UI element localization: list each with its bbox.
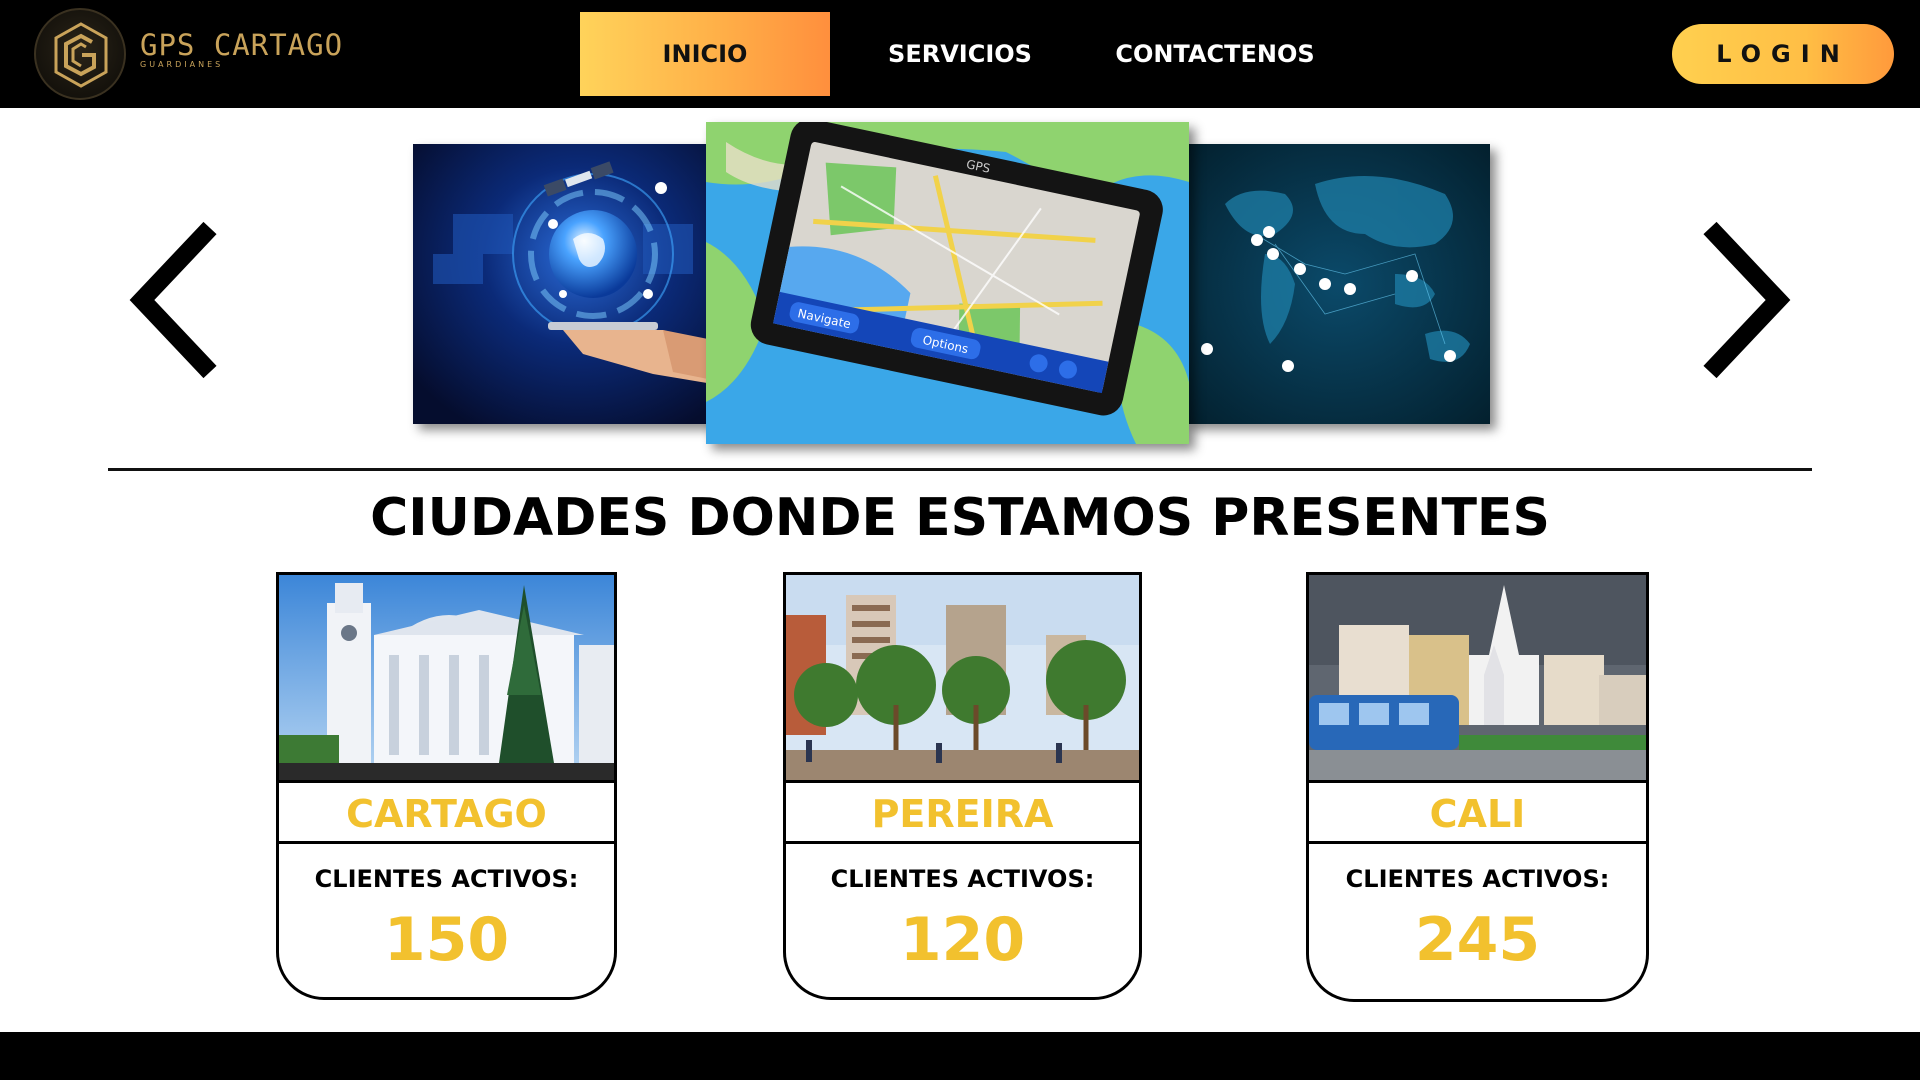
top-navigation-bar: GPS CARTAGO GUARDIANES INICIO SERVICIOS … — [0, 0, 1920, 108]
city-plaza-image — [786, 575, 1139, 780]
carousel-slide-globe[interactable] — [413, 144, 713, 424]
active-clients-count: 120 — [899, 905, 1026, 975]
city-name-pereira: PEREIRA — [786, 786, 1139, 844]
cathedral-image — [279, 575, 614, 780]
section-divider — [108, 468, 1812, 471]
city-card-cartago[interactable]: CARTAGO CLIENTES ACTIVOS: 150 — [276, 572, 617, 1000]
app-root: GPS CARTAGO GUARDIANES INICIO SERVICIOS … — [0, 0, 1920, 1080]
chevron-right-icon — [1703, 221, 1791, 379]
nav-servicios[interactable]: SERVICIOS — [870, 12, 1050, 96]
world-map-pins-image — [1185, 144, 1490, 424]
nav-contactenos[interactable]: CONTACTENOS — [1100, 12, 1330, 96]
section-title: CIUDADES DONDE ESTAMOS PRESENTES — [370, 488, 1550, 548]
carousel-slide-gps-tablet[interactable]: Navigate Options GPS — [706, 122, 1189, 444]
globe-satellite-hand-image — [413, 144, 713, 424]
city-name-cali: CALI — [1309, 786, 1646, 844]
g-monogram-icon — [54, 22, 108, 88]
footer-bar — [0, 1032, 1920, 1080]
active-clients-label: CLIENTES ACTIVOS: — [314, 865, 579, 893]
chevron-left-icon — [129, 221, 217, 379]
nav-inicio[interactable]: INICIO — [580, 12, 830, 96]
gps-tablet-map-image: Navigate Options GPS — [706, 122, 1189, 444]
brand-name: GPS CARTAGO — [140, 28, 344, 62]
city-photo-pereira — [786, 575, 1139, 783]
city-photo-cartago — [279, 575, 614, 783]
carousel-prev-button[interactable] — [118, 210, 238, 390]
carousel-next-button[interactable] — [1682, 210, 1802, 390]
brand-text: GPS CARTAGO GUARDIANES — [140, 30, 343, 70]
active-clients-count: 150 — [383, 905, 510, 975]
carousel-slide-worldmap[interactable] — [1185, 144, 1490, 424]
login-button[interactable]: LOGIN — [1672, 24, 1894, 84]
city-name-cartago: CARTAGO — [279, 786, 614, 844]
brand-logo[interactable] — [34, 8, 126, 100]
active-clients-label: CLIENTES ACTIVOS: — [830, 865, 1095, 893]
active-clients-label: CLIENTES ACTIVOS: — [1345, 865, 1610, 893]
city-card-pereira[interactable]: PEREIRA CLIENTES ACTIVOS: 120 — [783, 572, 1142, 1000]
city-photo-cali — [1309, 575, 1646, 783]
active-clients-count: 245 — [1414, 905, 1541, 975]
church-bus-image — [1309, 575, 1646, 780]
city-card-cali[interactable]: CALI CLIENTES ACTIVOS: 245 — [1306, 572, 1649, 1002]
